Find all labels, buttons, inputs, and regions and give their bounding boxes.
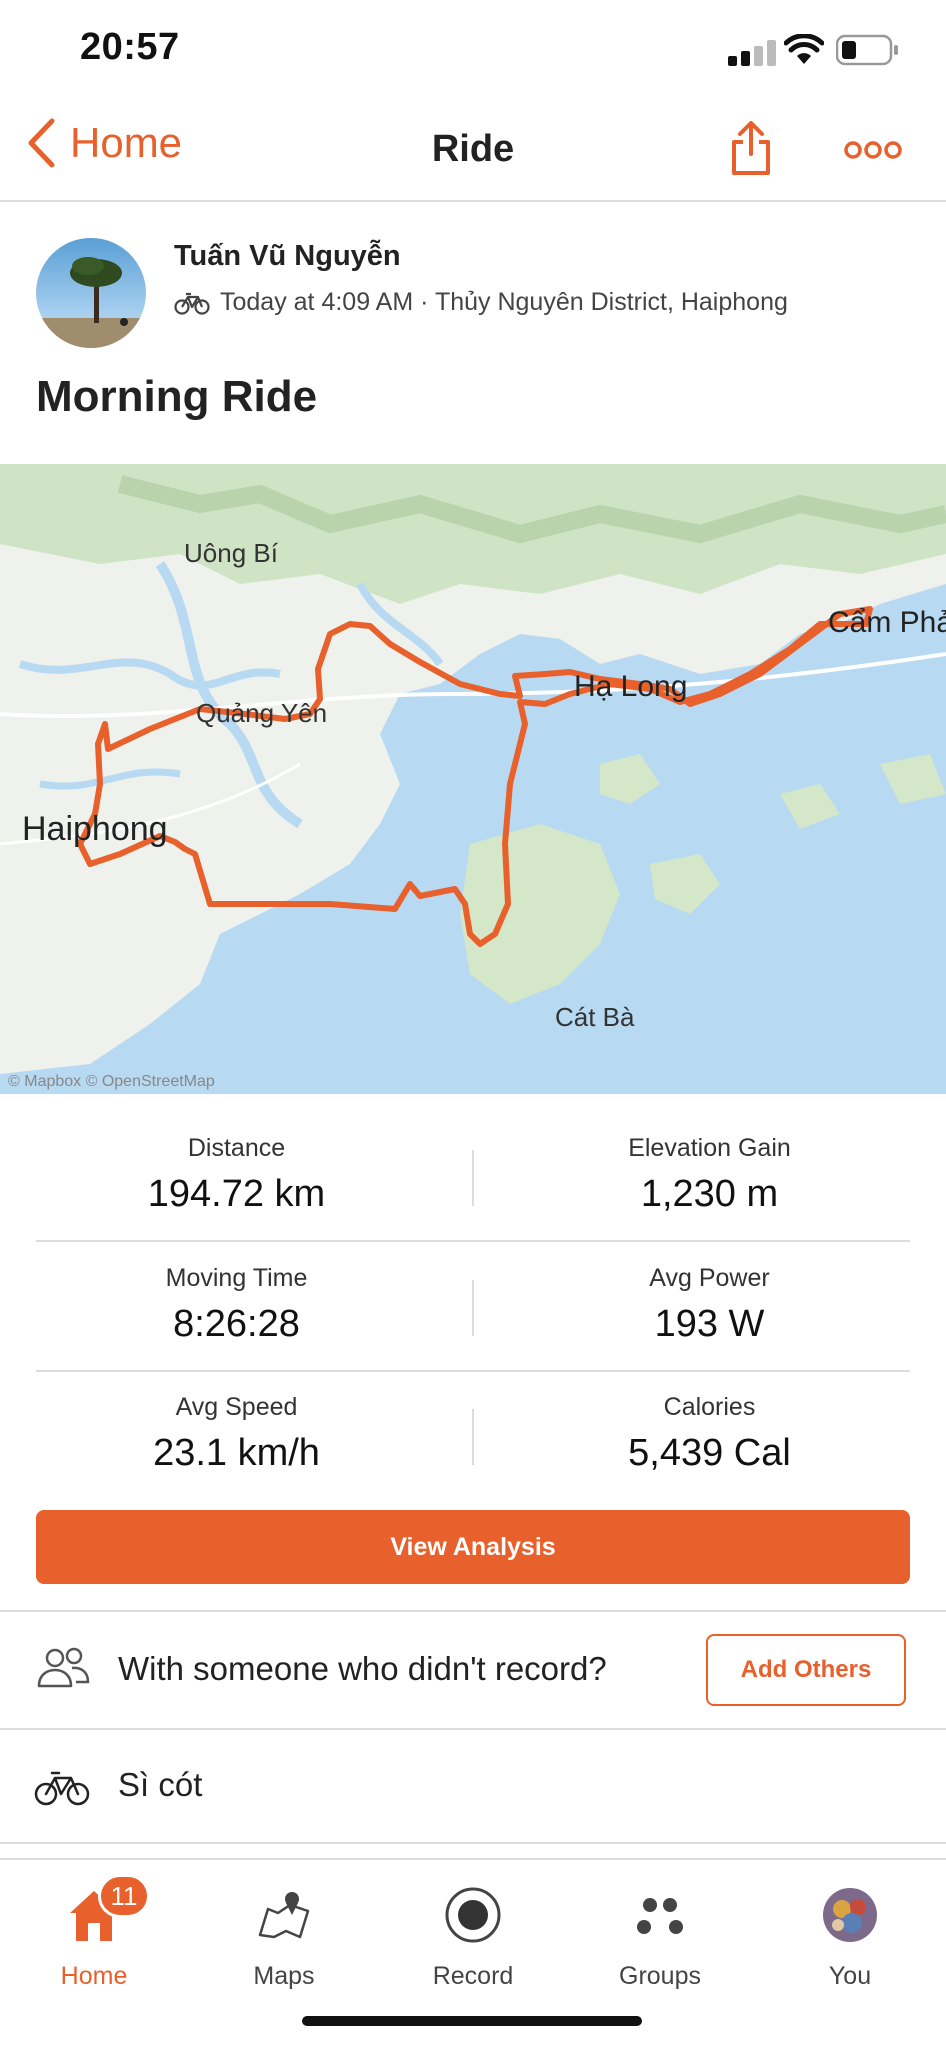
tab-label: Maps (253, 1962, 315, 1990)
tab-maps[interactable]: Maps (204, 1872, 364, 1991)
activity-meta-text: Today at 4:09 AM · Thủy Nguyên District,… (220, 288, 788, 316)
stat-label: Avg Power (649, 1264, 770, 1292)
section-divider (0, 1610, 946, 1612)
tab-you[interactable]: You (770, 1872, 930, 1991)
map-label-quang-yen: Quảng Yên (196, 698, 327, 728)
add-others-button[interactable]: Add Others (706, 1634, 906, 1706)
with-someone-text: With someone who didn't record? (118, 1650, 607, 1687)
cellular-icon (728, 40, 776, 66)
stat-value: 1,230 m (640, 1173, 779, 1215)
bike-icon (34, 1771, 90, 1806)
tab-label: Home (60, 1962, 128, 1990)
map-label-uong-bi: Uông Bí (184, 538, 279, 568)
stat-moving-time: Moving Time 8:26:28 (0, 1264, 473, 1346)
groups-icon (637, 1898, 683, 1934)
map-label-cam-pha: Cẩm Phả (828, 606, 946, 639)
map-label-cat-ba: Cát Bà (555, 1002, 635, 1032)
stat-elevation: Elevation Gain 1,230 m (473, 1134, 946, 1216)
nav-divider (0, 200, 946, 202)
tab-home[interactable]: 11 Home (14, 1872, 174, 1991)
activity-title: Morning Ride (36, 372, 318, 421)
section-divider (0, 1842, 946, 1844)
stat-row-divider (36, 1240, 910, 1242)
maps-icon (258, 1892, 310, 1939)
athlete-avatar[interactable] (36, 238, 146, 348)
profile-avatar (823, 1888, 877, 1942)
tab-label: You (828, 1962, 872, 1990)
people-icon (37, 1647, 90, 1688)
share-icon[interactable] (730, 120, 772, 176)
tab-label: Groups (619, 1962, 701, 1990)
stat-value: 5,439 Cal (628, 1432, 791, 1474)
status-time: 20:57 (80, 26, 180, 68)
stat-label: Distance (187, 1134, 286, 1162)
stat-label: Elevation Gain (628, 1134, 791, 1162)
notification-badge: 11 (98, 1874, 150, 1918)
activity-meta: Today at 4:09 AM · Thủy Nguyên District,… (174, 288, 788, 317)
tab-groups[interactable]: Groups (580, 1872, 740, 1991)
stat-value: 8:26:28 (173, 1303, 300, 1345)
home-indicator[interactable] (302, 2016, 642, 2026)
bike-icon (174, 292, 210, 315)
stat-avg-power: Avg Power 193 W (473, 1264, 946, 1346)
map-label-ha-long: Hạ Long (574, 670, 687, 703)
section-divider (0, 1728, 946, 1730)
record-icon (445, 1887, 501, 1943)
stat-value: 193 W (654, 1303, 765, 1345)
stat-value: 194.72 km (147, 1173, 326, 1215)
map-attribution: © Mapbox © OpenStreetMap (8, 1073, 215, 1090)
wifi-icon (784, 34, 824, 64)
stat-row-divider (36, 1370, 910, 1372)
stat-avg-speed: Avg Speed 23.1 km/h (0, 1393, 473, 1475)
battery-icon (836, 34, 898, 66)
page-title: Ride (431, 128, 515, 170)
stat-calories: Calories 5,439 Cal (473, 1393, 946, 1475)
tab-record[interactable]: Record (393, 1872, 553, 1991)
stat-label: Avg Speed (175, 1393, 298, 1421)
stat-value: 23.1 km/h (153, 1432, 320, 1474)
route-map[interactable]: Uông Bí Quảng Yên Haiphong Hạ Long Cẩm P… (0, 464, 946, 1094)
more-icon[interactable] (844, 140, 902, 160)
stat-distance: Distance 194.72 km (0, 1134, 473, 1216)
tab-label: Record (432, 1962, 514, 1990)
stat-label: Moving Time (165, 1264, 308, 1292)
athlete-name[interactable]: Tuấn Vũ Nguyễn (174, 240, 401, 273)
view-analysis-button[interactable]: View Analysis (36, 1510, 910, 1584)
map-label-haiphong: Haiphong (22, 810, 168, 848)
gear-name[interactable]: Sì cót (118, 1766, 202, 1804)
stat-label: Calories (663, 1393, 756, 1421)
